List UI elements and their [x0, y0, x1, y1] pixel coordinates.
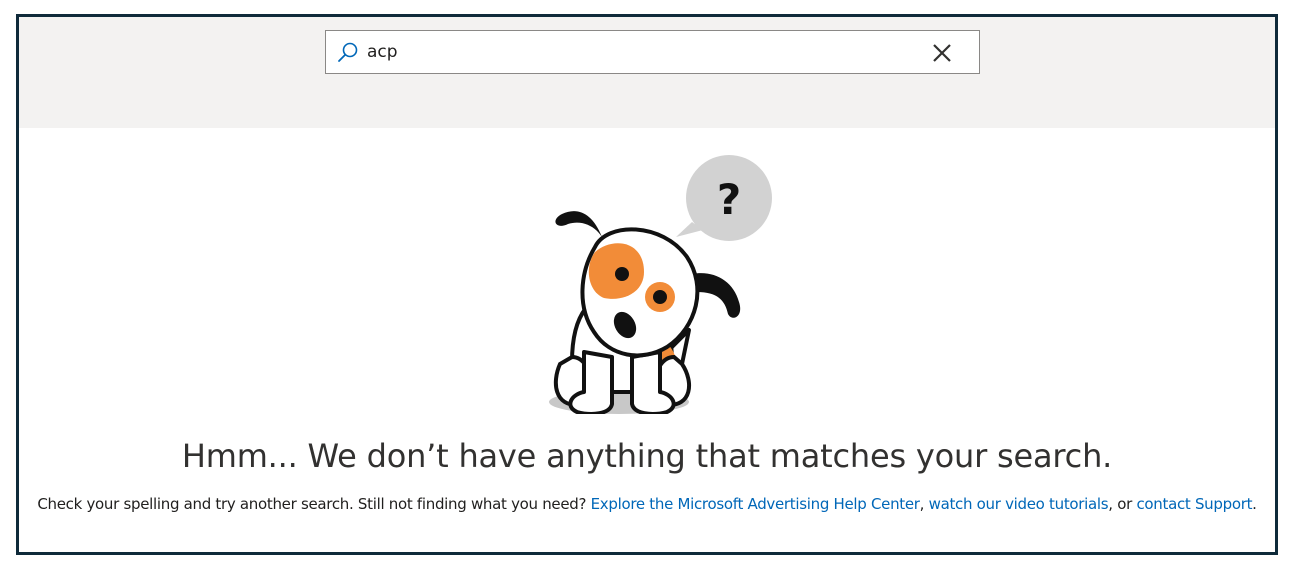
empty-state-headline: Hmm... We don’t have anything that match…	[181, 437, 1113, 475]
search-input[interactable]	[367, 32, 907, 72]
separator: , or	[1108, 495, 1137, 513]
close-icon	[933, 44, 951, 62]
puppy-illustration: ?	[549, 155, 772, 414]
search-box[interactable]	[325, 30, 980, 74]
video-tutorials-link[interactable]: watch our video tutorials	[929, 495, 1109, 513]
empty-state-message: Check your spelling and try another sear…	[19, 495, 1275, 513]
clear-search-button[interactable]	[926, 37, 958, 69]
bubble-text: ?	[717, 175, 741, 224]
search-icon	[337, 41, 359, 63]
help-center-link[interactable]: Explore the Microsoft Advertising Help C…	[591, 495, 920, 513]
message-prefix: Check your spelling and try another sear…	[37, 495, 591, 513]
separator: ,	[919, 495, 929, 513]
contact-support-link[interactable]: contact Support	[1136, 495, 1252, 513]
app-frame: ? Hmm... We don’t have anything that mat…	[16, 14, 1278, 555]
search-header	[19, 17, 1275, 128]
question-bubble: ?	[676, 155, 772, 241]
message-suffix: .	[1252, 495, 1257, 513]
